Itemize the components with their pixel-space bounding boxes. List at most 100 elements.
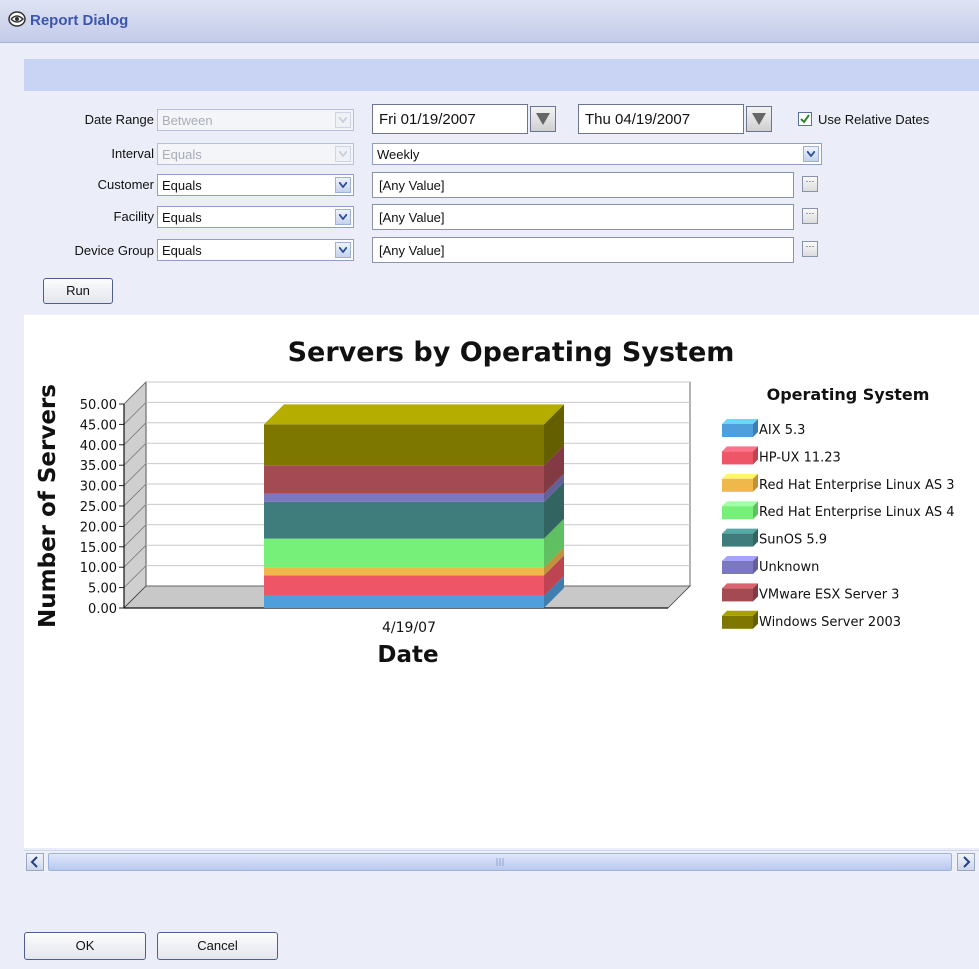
legend-swatch-top	[722, 556, 758, 561]
bar-front	[264, 567, 544, 576]
legend-swatch-top	[722, 419, 758, 424]
legend-swatch	[722, 506, 753, 520]
run-button[interactable]: Run	[43, 278, 113, 304]
date-range-label: Date Range	[84, 112, 154, 127]
device-group-operator-select[interactable]: Equals	[157, 239, 354, 261]
use-relative-dates-checkbox[interactable]	[798, 112, 812, 126]
legend-swatch-top	[722, 528, 758, 534]
chevron-down-icon	[803, 146, 819, 162]
interval-operator-select: Equals	[157, 143, 354, 165]
bar-front	[264, 501, 544, 539]
ok-button[interactable]: OK	[24, 932, 146, 960]
horizontal-scrollbar[interactable]	[24, 850, 979, 873]
legend-swatch	[722, 533, 753, 547]
chevron-down-icon	[335, 177, 351, 193]
facility-label: Facility	[113, 209, 154, 224]
customer-label: Customer	[97, 177, 154, 192]
y-tick-label: 10.00	[80, 561, 117, 576]
legend-label: SunOS 5.9	[759, 533, 827, 548]
device-group-value-field[interactable]: [Any Value]	[372, 237, 794, 263]
customer-operator-value: Equals	[162, 178, 202, 193]
end-date-picker-button[interactable]	[746, 106, 772, 132]
x-axis-title: Date	[377, 642, 438, 668]
device-group-ellipsis-button[interactable]: ···	[802, 241, 818, 257]
facility-value-field[interactable]: [Any Value]	[372, 204, 794, 230]
arrow-left-icon	[30, 856, 38, 868]
chart-svg: Servers by Operating System 0.00 5.00 10.00…	[35, 337, 955, 668]
bar-front	[264, 424, 544, 466]
chevron-down-icon	[335, 146, 351, 162]
legend-swatch-top	[722, 610, 758, 616]
interval-value-select[interactable]: Weekly	[372, 143, 822, 165]
start-date-picker-button[interactable]	[530, 106, 556, 132]
ellipsis-icon: ···	[805, 208, 815, 218]
y-tick-label: 30.00	[80, 480, 117, 495]
use-relative-dates-label: Use Relative Dates	[818, 112, 930, 127]
y-tick-label: 50.00	[80, 398, 117, 413]
scroll-right-button[interactable]	[957, 853, 975, 871]
window-title: Report Dialog	[30, 12, 129, 29]
y-tick-label: 25.00	[80, 500, 117, 515]
ellipsis-icon: ···	[805, 176, 815, 186]
report-app-icon	[8, 11, 26, 27]
facility-operator-value: Equals	[162, 210, 202, 225]
bar-front	[264, 538, 544, 568]
y-tick-label: 40.00	[80, 439, 117, 454]
legend-swatch	[722, 451, 753, 465]
triangle-down-icon	[536, 113, 550, 125]
triangle-down-icon	[752, 113, 766, 125]
date-range-operator-select: Between	[157, 109, 354, 131]
chevron-down-icon	[335, 209, 351, 225]
legend-label: Unknown	[759, 560, 819, 575]
facility-ellipsis-button[interactable]: ···	[802, 208, 818, 224]
legend-swatch	[722, 588, 753, 602]
device-group-operator-value: Equals	[162, 243, 202, 258]
end-date-field[interactable]: Thu 04/19/2007	[578, 104, 744, 134]
header-strip	[24, 59, 979, 91]
legend-swatch	[722, 478, 753, 492]
cancel-button[interactable]: Cancel	[157, 932, 278, 960]
x-tick-label: 4/19/07	[382, 620, 436, 636]
interval-operator-value: Equals	[162, 147, 202, 162]
legend-label: AIX 5.3	[759, 423, 805, 438]
y-tick-label: 15.00	[80, 541, 117, 556]
y-tick-label: 20.00	[80, 520, 117, 535]
y-tick-label: 5.00	[88, 582, 117, 597]
y-tick-label: 0.00	[88, 602, 117, 617]
arrow-right-icon	[963, 856, 971, 868]
date-range-operator-value: Between	[162, 113, 213, 128]
customer-operator-select[interactable]: Equals	[157, 174, 354, 196]
ellipsis-icon: ···	[805, 241, 815, 251]
legend-label: VMware ESX Server 3	[759, 587, 899, 602]
device-group-label: Device Group	[74, 243, 154, 258]
facility-operator-select[interactable]: Equals	[157, 206, 354, 228]
chevron-down-icon	[335, 242, 351, 258]
bar-top	[264, 404, 564, 425]
chart-panel: Servers by Operating System 0.00 5.00 10.00…	[24, 315, 979, 848]
interval-label: Interval	[111, 146, 154, 161]
start-date-field[interactable]: Fri 01/19/2007	[372, 104, 528, 134]
legend-label: Red Hat Enterprise Linux AS 3	[759, 478, 955, 493]
bar-front	[264, 465, 544, 494]
customer-ellipsis-button[interactable]: ···	[802, 176, 818, 192]
legend-label: Windows Server 2003	[759, 615, 901, 630]
title-bar: Report Dialog	[0, 0, 979, 43]
legend-swatch-top	[722, 446, 758, 452]
legend-swatch	[722, 615, 753, 629]
legend-title: Operating System	[767, 385, 930, 404]
legend-swatch-top	[722, 583, 758, 589]
scroll-thumb[interactable]	[48, 853, 952, 871]
y-tick-label: 35.00	[80, 459, 117, 474]
chart-title: Servers by Operating System	[288, 337, 735, 368]
y-tick-label: 45.00	[80, 418, 117, 433]
grip-icon	[496, 858, 504, 866]
legend-swatch-top	[722, 501, 758, 507]
legend-swatch	[722, 561, 753, 574]
bar-front	[264, 575, 544, 596]
legend-swatch	[722, 424, 753, 437]
bar-front	[264, 493, 544, 502]
scroll-left-button[interactable]	[26, 853, 44, 871]
customer-value-field[interactable]: [Any Value]	[372, 172, 794, 198]
chevron-down-icon	[335, 112, 351, 128]
interval-value: Weekly	[377, 147, 420, 162]
